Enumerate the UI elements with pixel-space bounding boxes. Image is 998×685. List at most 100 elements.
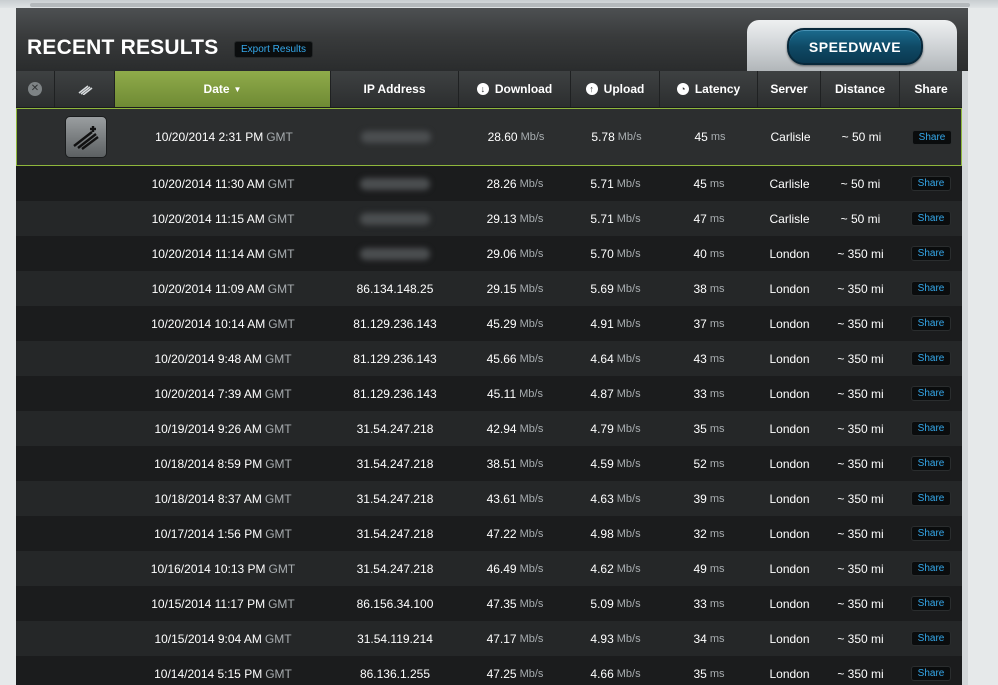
delete-column-header[interactable]: ✕: [16, 71, 55, 107]
table-row[interactable]: 10/16/2014 10:13 PM GMT 31.54.247.218 46.49…: [16, 551, 962, 586]
result-link-cell[interactable]: [56, 109, 116, 165]
distance-cell: ~ 350 mi: [821, 446, 900, 481]
export-results-button[interactable]: Export Results: [234, 41, 314, 58]
table-header: ✕ Date ▼ IP Address ↓ Download ↑ Upload …: [16, 71, 962, 108]
close-icon[interactable]: ✕: [28, 82, 42, 96]
date-value: 10/20/2014 7:39 AM: [154, 386, 262, 401]
column-header-latency[interactable]: ◔ Latency: [660, 71, 758, 107]
latency-value: 33: [693, 596, 707, 611]
share-button[interactable]: Share: [910, 211, 952, 226]
table-row[interactable]: 10/20/2014 11:15 AM GMT 29.13 Mb/s 5.71 Mb/s 4…: [16, 201, 962, 236]
table-row[interactable]: 10/18/2014 8:59 PM GMT 31.54.247.218 38.51 M…: [16, 446, 962, 481]
chain-link-icon: [78, 85, 92, 95]
table-row[interactable]: 10/20/2014 10:14 AM GMT 81.129.236.143 45.2…: [16, 306, 962, 341]
column-header-ip[interactable]: IP Address: [331, 71, 459, 107]
link-column-header[interactable]: [55, 71, 115, 107]
table-row[interactable]: 10/20/2014 7:39 AM GMT 81.129.236.143 45.11…: [16, 376, 962, 411]
column-header-download[interactable]: ↓ Download: [459, 71, 571, 107]
date-header-label: Date: [203, 82, 230, 96]
upload-cell: 4.91 Mb/s: [571, 306, 660, 341]
distance-value: ~ 350 mi: [837, 421, 884, 436]
share-button[interactable]: Share: [910, 596, 952, 611]
latency-unit: ms: [709, 492, 725, 505]
speed-unit: Mb/s: [520, 131, 545, 143]
share-button[interactable]: Share: [910, 456, 952, 471]
upload-cell: 5.69 Mb/s: [571, 271, 660, 306]
redacted-ip: [360, 212, 430, 225]
table-row[interactable]: 10/20/2014 2:31 PM GMT 28.60 Mb/s 5.78 Mb/s 45…: [16, 108, 962, 166]
server-cell: London: [758, 621, 821, 656]
top-scroll-strip[interactable]: [0, 0, 998, 8]
date-cell: 10/20/2014 9:48 AM GMT: [115, 341, 331, 376]
speed-unit: Mb/s: [616, 597, 641, 610]
table-row[interactable]: 10/18/2014 8:37 AM GMT 31.54.247.218 43.61 M…: [16, 481, 962, 516]
latency-value: 38: [693, 281, 707, 296]
chain-link-icon[interactable]: [65, 116, 107, 158]
upload-value: 5.09: [590, 596, 614, 611]
column-header-distance[interactable]: Distance: [821, 71, 900, 107]
column-header-share[interactable]: Share: [900, 71, 962, 107]
table-row[interactable]: 10/15/2014 9:04 AM GMT 31.54.119.214 47.17 M…: [16, 621, 962, 656]
table-row[interactable]: 10/20/2014 9:48 AM GMT 81.129.236.143 45.66…: [16, 341, 962, 376]
column-header-upload[interactable]: ↑ Upload: [571, 71, 660, 107]
table-row[interactable]: 10/20/2014 11:14 AM GMT 29.06 Mb/s 5.70 Mb/s 4…: [16, 236, 962, 271]
latency-gauge-icon: ◔: [676, 83, 689, 95]
share-button[interactable]: Share: [910, 351, 952, 366]
distance-cell: ~ 350 mi: [821, 586, 900, 621]
column-header-server[interactable]: Server: [758, 71, 821, 107]
download-value: 45.66: [486, 351, 517, 366]
table-row[interactable]: 10/15/2014 11:17 PM GMT 86.156.34.100 47.35…: [16, 586, 962, 621]
speed-unit: Mb/s: [519, 422, 544, 435]
download-cell: 47.35 Mb/s: [459, 586, 571, 621]
ip-cell: 31.54.247.218: [331, 481, 459, 516]
upload-value: 4.93: [590, 631, 614, 646]
date-value: 10/15/2014 11:17 PM: [151, 596, 266, 611]
speedwave-button[interactable]: SPEEDWAVE: [787, 28, 923, 65]
latency-cell: 33 ms: [660, 376, 758, 411]
server-cell: London: [758, 411, 821, 446]
share-button[interactable]: Share: [910, 386, 952, 401]
results-table-body: 10/20/2014 2:31 PM GMT 28.60 Mb/s 5.78 Mb/s 45…: [16, 108, 962, 685]
recent-results-panel: RECENT RESULTS Export Results SPEEDWAVE …: [16, 8, 968, 685]
share-button[interactable]: Share: [910, 281, 952, 296]
latency-cell: 45 ms: [660, 166, 758, 201]
share-button[interactable]: Share: [910, 666, 952, 681]
upload-cell: 5.71 Mb/s: [571, 166, 660, 201]
date-value: 10/14/2014 5:15 PM: [154, 666, 263, 681]
upload-cell: 4.66 Mb/s: [571, 656, 660, 685]
share-button[interactable]: Share: [910, 246, 952, 261]
share-button[interactable]: Share: [910, 316, 952, 331]
table-row[interactable]: 10/14/2014 5:15 PM GMT 86.136.1.255 47.25 Mb…: [16, 656, 962, 685]
share-button[interactable]: Share: [910, 176, 952, 191]
date-value: 10/19/2014 9:26 AM: [154, 421, 262, 436]
latency-cell: 35 ms: [660, 411, 758, 446]
timezone-label: GMT: [264, 421, 292, 436]
latency-value: 39: [693, 491, 707, 506]
speed-unit: Mb/s: [616, 177, 641, 190]
upload-cell: 5.70 Mb/s: [571, 236, 660, 271]
share-button[interactable]: Share: [910, 526, 952, 541]
ip-value: 31.54.247.218: [356, 421, 434, 436]
speed-unit: Mb/s: [519, 527, 544, 540]
upload-value: 5.78: [591, 130, 615, 144]
upload-header-label: Upload: [603, 82, 645, 96]
share-button[interactable]: Share: [911, 129, 953, 145]
upload-cell: 4.93 Mb/s: [571, 621, 660, 656]
table-row[interactable]: 10/17/2014 1:56 PM GMT 31.54.247.218 47.22 M…: [16, 516, 962, 551]
share-button[interactable]: Share: [910, 421, 952, 436]
table-row[interactable]: 10/20/2014 11:30 AM GMT 28.26 Mb/s 5.71 Mb/s 4…: [16, 166, 962, 201]
download-cell: 45.66 Mb/s: [459, 341, 571, 376]
share-button[interactable]: Share: [910, 631, 952, 646]
vertical-scroll-gutter[interactable]: [962, 71, 968, 685]
latency-unit: ms: [709, 317, 725, 330]
horizontal-scrollbar[interactable]: [30, 3, 970, 7]
latency-unit: ms: [709, 352, 725, 365]
share-button[interactable]: Share: [910, 561, 952, 576]
timezone-label: GMT: [266, 130, 293, 144]
column-header-date[interactable]: Date ▼: [115, 71, 331, 107]
share-button[interactable]: Share: [910, 491, 952, 506]
table-row[interactable]: 10/19/2014 9:26 AM GMT 31.54.247.218 42.94 M…: [16, 411, 962, 446]
speed-unit: Mb/s: [616, 527, 641, 540]
table-row[interactable]: 10/20/2014 11:09 AM GMT 86.134.148.25 29.15…: [16, 271, 962, 306]
date-value: 10/16/2014 10:13 PM: [150, 561, 266, 576]
